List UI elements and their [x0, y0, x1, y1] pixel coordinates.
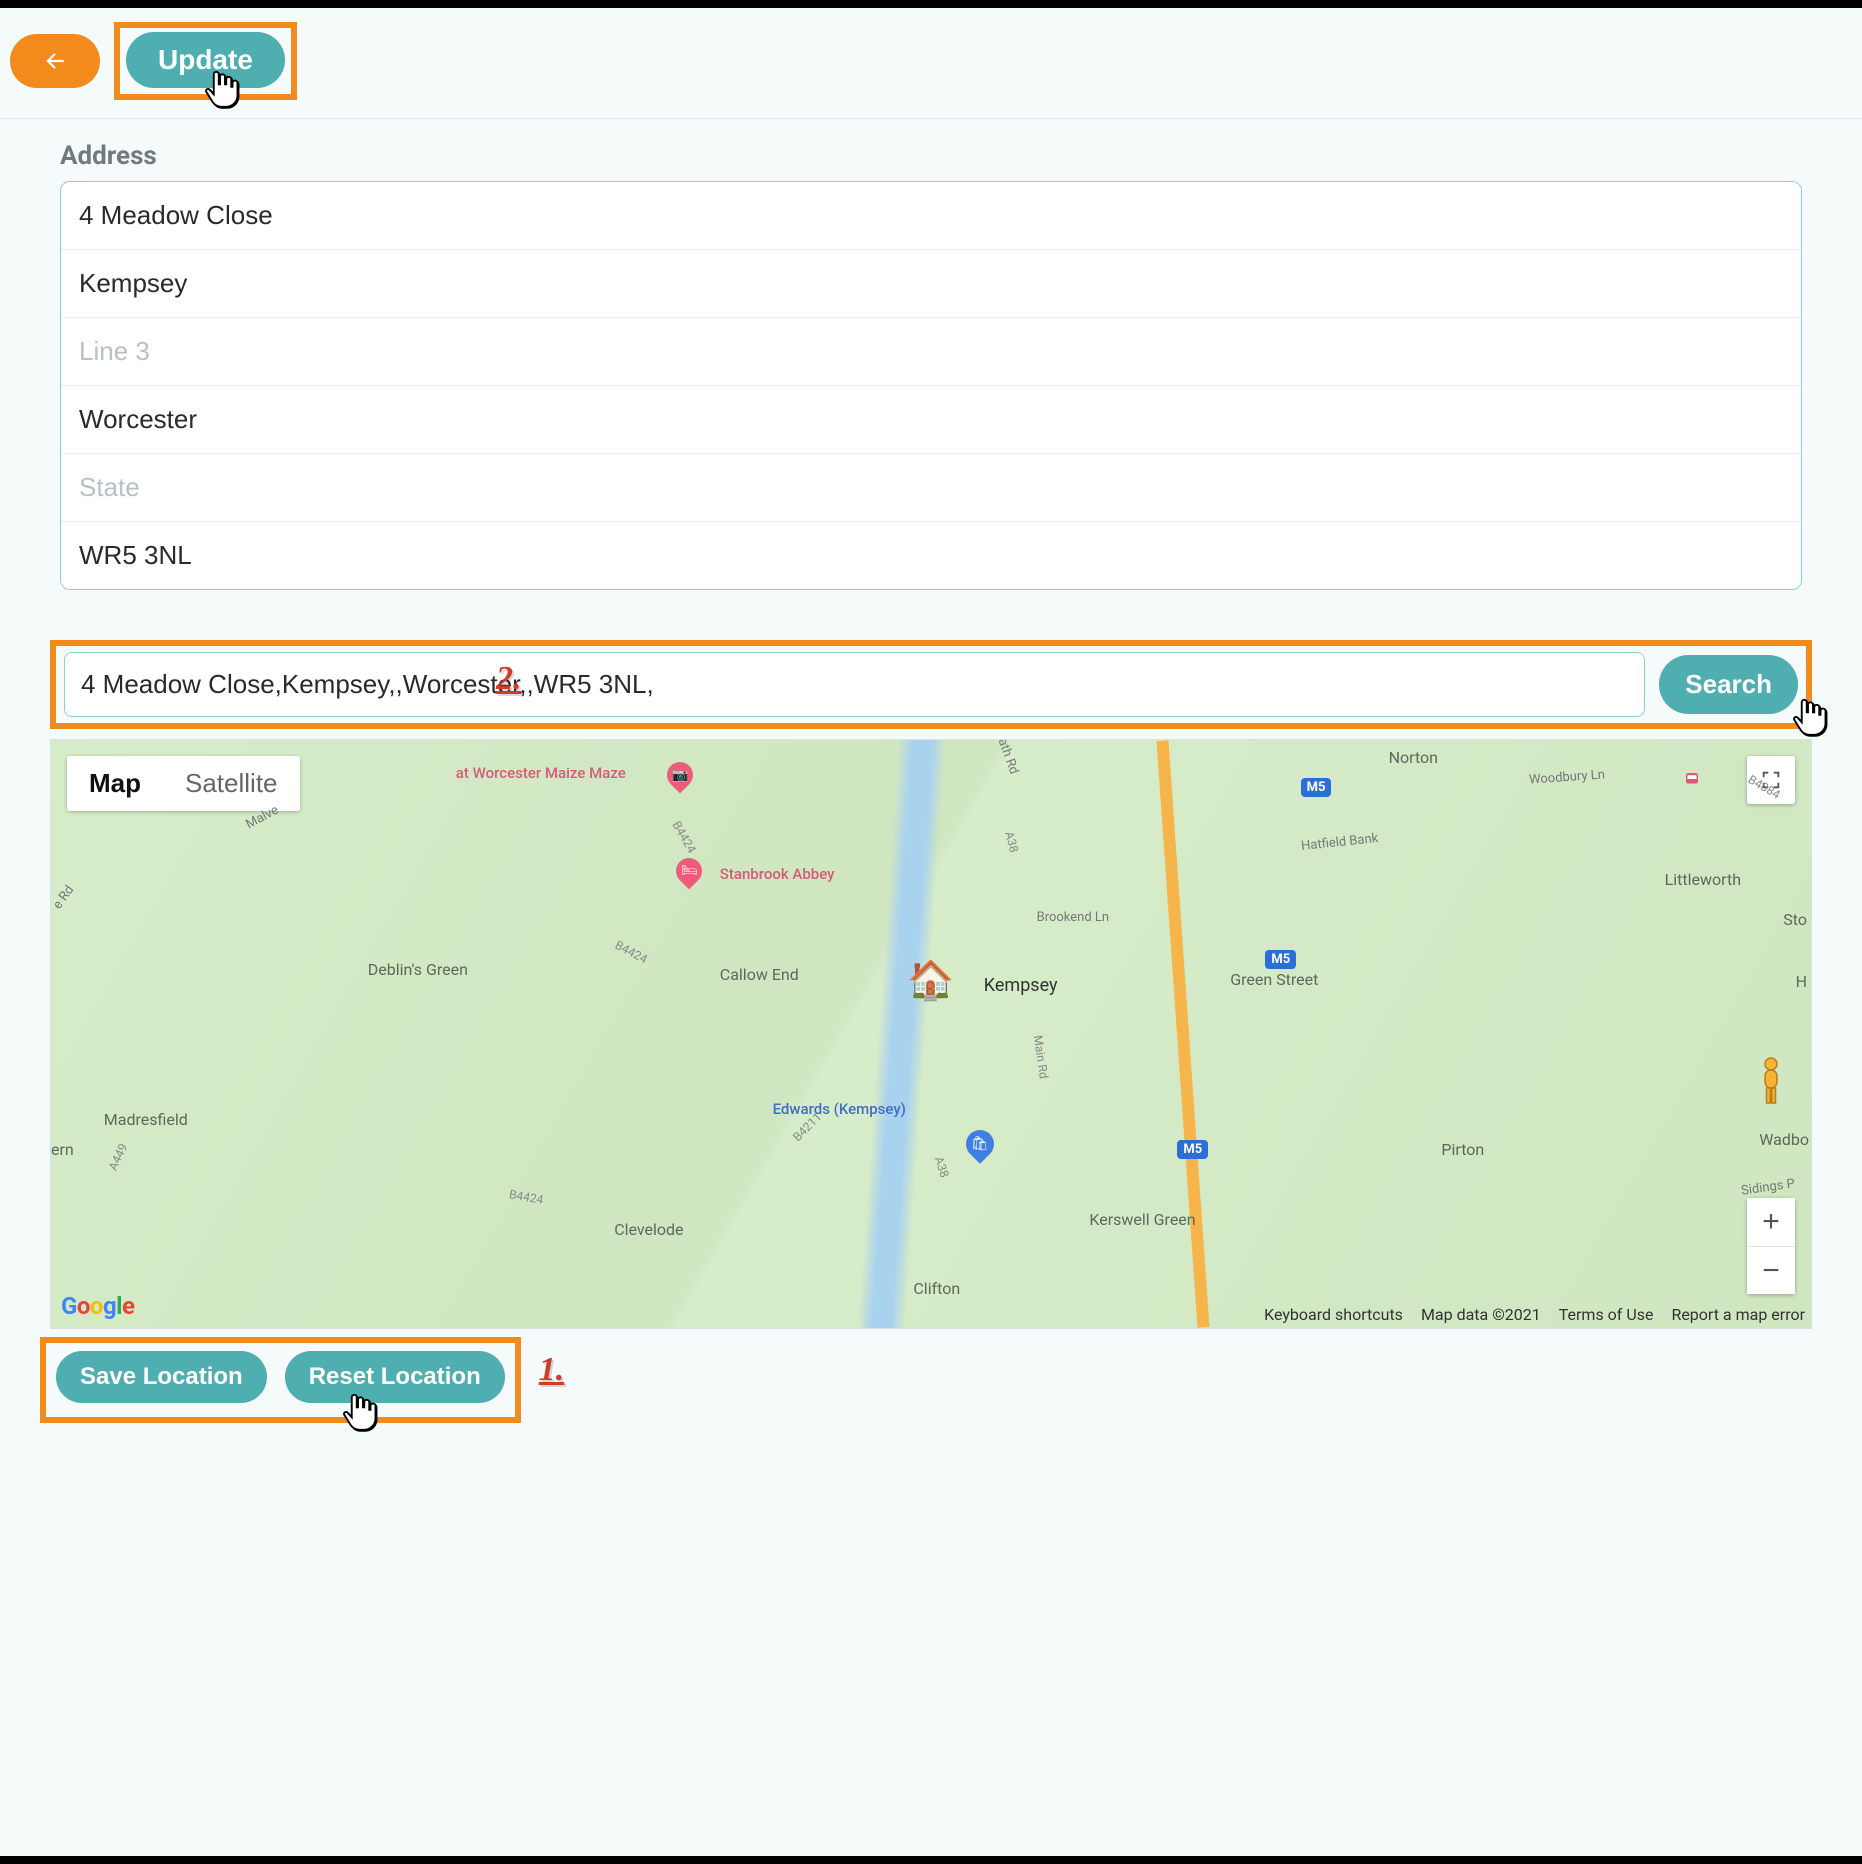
map-type-satellite[interactable]: Satellite: [163, 756, 300, 811]
map-container: Map Satellite + − Norton Littlewort: [50, 739, 1812, 1329]
reset-location-button[interactable]: Reset Location: [285, 1351, 505, 1403]
map-label: ern: [51, 1140, 74, 1159]
map-label: Wadbo: [1759, 1130, 1809, 1149]
map-label: Norton: [1389, 748, 1438, 767]
address-postcode-input[interactable]: [61, 522, 1801, 589]
map-footer: Keyboard shortcuts Map data ©2021 Terms …: [1264, 1305, 1805, 1324]
address-line2-input[interactable]: [61, 250, 1801, 318]
letterbox-bottom: [0, 1856, 1862, 1864]
zoom-in-button[interactable]: +: [1747, 1198, 1795, 1246]
zoom-controls: + −: [1747, 1198, 1795, 1294]
map-river: [858, 740, 947, 1328]
map-label: H: [1796, 972, 1807, 991]
m5-shield-icon: M5: [1301, 778, 1332, 797]
map-label: Brookend Ln: [1037, 910, 1109, 925]
address-line3-input[interactable]: [61, 318, 1801, 386]
location-buttons-highlight: Save Location Reset Location: [40, 1337, 521, 1423]
poi-pin-icon: 🛏: [670, 853, 707, 890]
map-type-map[interactable]: Map: [67, 756, 163, 811]
m5-shield-icon: M5: [1265, 950, 1296, 969]
annotation-step-1: 1.: [539, 1351, 565, 1389]
search-highlight: 2. Search: [50, 640, 1812, 729]
map-label: Bath Rd: [992, 739, 1022, 776]
map-label: Kerswell Green: [1089, 1210, 1195, 1229]
google-logo: Google: [61, 1292, 135, 1320]
bottom-actions: Save Location Reset Location 1.: [40, 1337, 1822, 1423]
address-city-input[interactable]: [61, 386, 1801, 454]
map-label: Madresfield: [104, 1110, 188, 1129]
address-section: Address: [0, 119, 1862, 600]
back-button[interactable]: [10, 34, 100, 88]
pegman-icon: [1753, 1056, 1789, 1108]
topbar: Update: [0, 8, 1862, 119]
pegman-button[interactable]: [1747, 1050, 1795, 1114]
map-label: Sidings P: [1740, 1176, 1796, 1198]
letterbox-top: [0, 0, 1862, 8]
map-label: A38: [1003, 830, 1022, 854]
search-button[interactable]: Search: [1659, 655, 1798, 714]
save-location-button[interactable]: Save Location: [56, 1351, 267, 1403]
map-data-text: Map data ©2021: [1421, 1305, 1541, 1324]
map-label: Deblin's Green: [368, 960, 468, 979]
update-highlight: Update: [114, 22, 297, 100]
back-arrow-icon: [42, 44, 68, 78]
report-error-link[interactable]: Report a map error: [1671, 1305, 1805, 1324]
map-label: Clevelode: [614, 1220, 683, 1239]
map-label: Stanbrook Abbey: [720, 865, 835, 883]
shopping-pin-icon: 🛍: [960, 1124, 1000, 1164]
address-state-input[interactable]: [61, 454, 1801, 522]
map-m5-road: [1157, 740, 1210, 1327]
map-label: at Worcester Maize Maze: [456, 764, 626, 782]
keyboard-shortcuts-link[interactable]: Keyboard shortcuts: [1264, 1305, 1403, 1324]
map-label: Woodbury Ln: [1529, 767, 1606, 787]
address-inputs: [60, 181, 1802, 590]
map-label: Pirton: [1441, 1140, 1484, 1159]
address-heading: Address: [60, 141, 1802, 171]
address-line1-input[interactable]: [61, 182, 1801, 250]
fullscreen-button[interactable]: [1747, 756, 1795, 804]
map-label: B4424: [670, 819, 699, 856]
m5-shield-icon: M5: [1177, 1140, 1208, 1159]
map-label: Callow End: [720, 965, 799, 984]
map-label: B4424: [508, 1187, 544, 1207]
search-input[interactable]: [64, 652, 1645, 717]
map-label: Sto: [1783, 910, 1807, 929]
map-label: e Rd: [50, 883, 77, 912]
poi-pin-icon: 📷: [662, 757, 699, 794]
map-label: Main Rd: [1031, 1034, 1051, 1079]
terms-link[interactable]: Terms of Use: [1559, 1305, 1654, 1324]
zoom-out-button[interactable]: −: [1747, 1246, 1795, 1294]
map-label: B4424: [613, 938, 650, 967]
map-label: Green Street: [1230, 970, 1318, 989]
train-station-icon: [1683, 770, 1701, 788]
map-label: A449: [106, 1141, 131, 1172]
map-type-toggle: Map Satellite: [67, 756, 300, 811]
map-label: A38: [932, 1155, 952, 1180]
map-label: Littleworth: [1665, 870, 1741, 889]
fullscreen-icon: [1760, 769, 1782, 791]
page-root: Update Address 2. Search: [0, 0, 1862, 1864]
map-canvas[interactable]: Map Satellite + − Norton Littlewort: [50, 739, 1812, 1329]
map-label: Hatfield Bank: [1300, 831, 1379, 854]
map-label: B4211: [790, 1110, 824, 1144]
map-label: Kempsey: [984, 975, 1058, 996]
map-label: Clifton: [913, 1279, 960, 1298]
